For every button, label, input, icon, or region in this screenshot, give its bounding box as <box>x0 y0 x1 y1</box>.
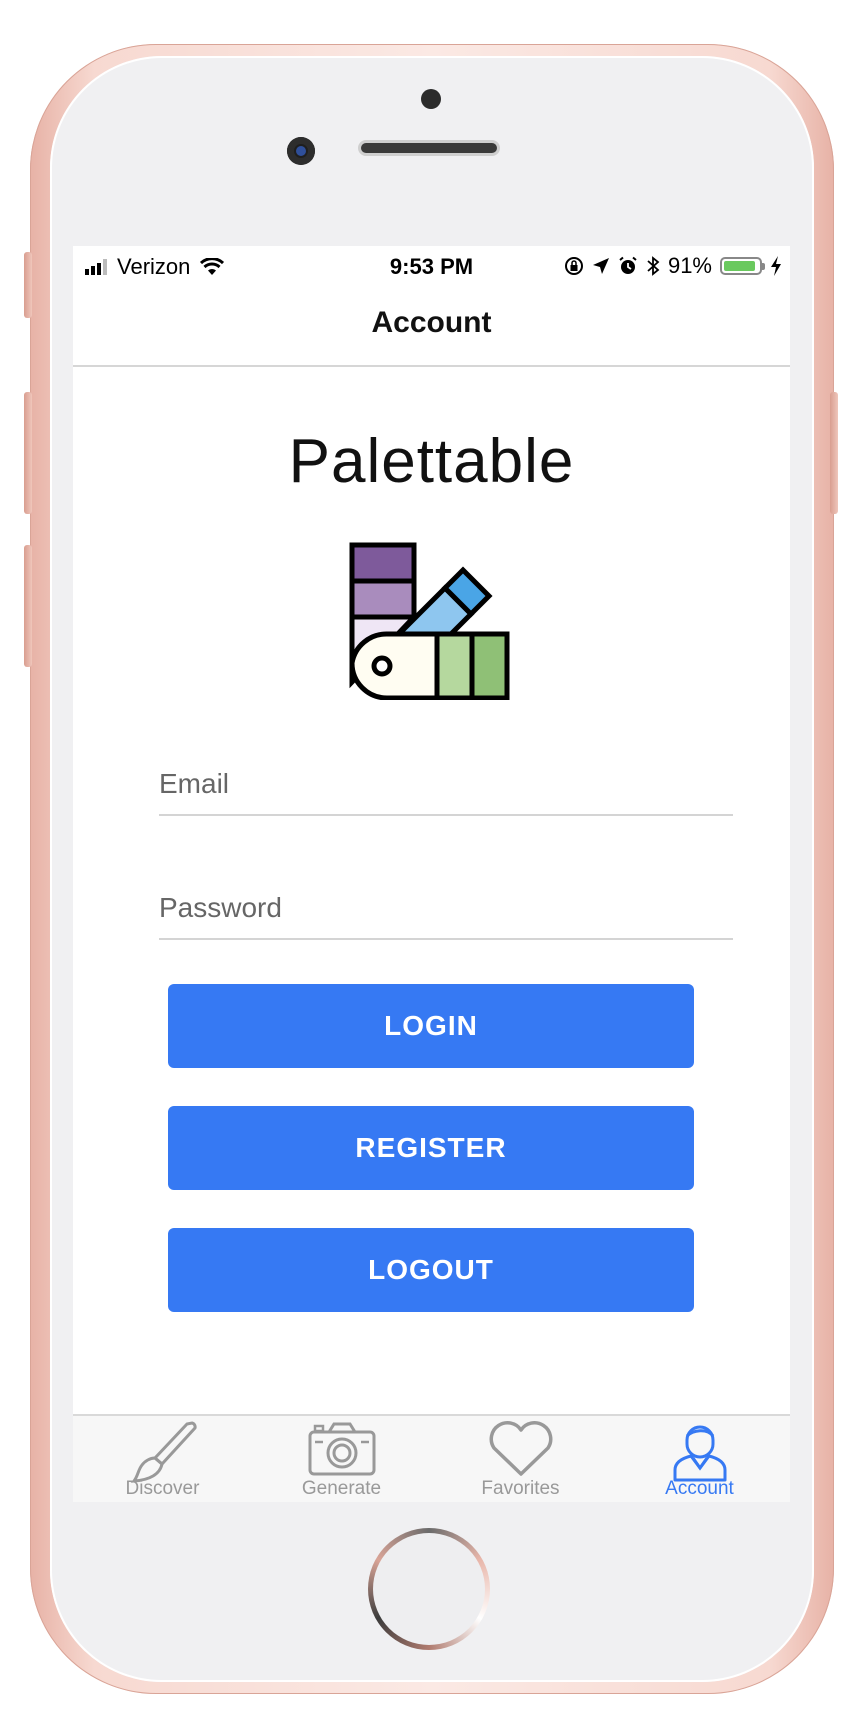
email-input[interactable] <box>159 754 733 814</box>
login-button[interactable]: LOGIN <box>168 984 694 1068</box>
screen: Verizon 9:53 PM 91% Account Palettable E… <box>73 246 790 1502</box>
tab-account[interactable]: Account <box>610 1416 789 1502</box>
home-button[interactable] <box>368 1528 490 1650</box>
front-camera <box>287 137 315 165</box>
user-icon <box>673 1425 726 1482</box>
rotation-lock-icon <box>564 257 583 275</box>
camera-icon <box>308 1422 375 1476</box>
tab-generate-label: Generate <box>301 1478 382 1499</box>
page-title: Account <box>371 306 492 339</box>
app-name: Palettable <box>288 427 575 496</box>
password-input[interactable] <box>159 878 733 938</box>
color-swatch-fan-icon <box>349 542 510 700</box>
charging-icon <box>771 256 781 276</box>
tab-bar: Discover Generate Favorites Account <box>73 1414 790 1502</box>
email-field-container <box>159 754 733 816</box>
volume-up-button <box>24 392 32 514</box>
silent-switch <box>24 252 32 318</box>
earpiece-speaker <box>358 140 500 156</box>
battery-level <box>724 261 755 271</box>
password-field-container <box>159 878 733 940</box>
logout-button[interactable]: LOGOUT <box>168 1228 694 1312</box>
register-button[interactable]: REGISTER <box>168 1106 694 1190</box>
location-icon <box>592 258 609 274</box>
status-bar: Verizon 9:53 PM 91% <box>73 246 790 286</box>
tab-account-label: Account <box>665 1478 734 1499</box>
navigation-bar: Account <box>73 286 790 367</box>
alarm-icon <box>619 256 637 274</box>
battery-icon <box>720 257 765 275</box>
tab-favorites[interactable]: Favorites <box>431 1416 610 1502</box>
volume-down-button <box>24 545 32 667</box>
battery-percent: 91% <box>667 253 712 278</box>
tab-discover[interactable]: Discover <box>73 1416 252 1502</box>
power-button <box>830 392 838 514</box>
status-right: 91% <box>564 253 782 279</box>
tab-discover-label: Discover <box>125 1478 200 1499</box>
heart-icon <box>489 1421 552 1476</box>
paintbrush-icon <box>130 1421 197 1483</box>
tab-generate[interactable]: Generate <box>252 1416 431 1502</box>
tab-favorites-label: Favorites <box>481 1478 560 1499</box>
bluetooth-icon <box>647 256 660 276</box>
proximity-sensor <box>421 89 441 109</box>
